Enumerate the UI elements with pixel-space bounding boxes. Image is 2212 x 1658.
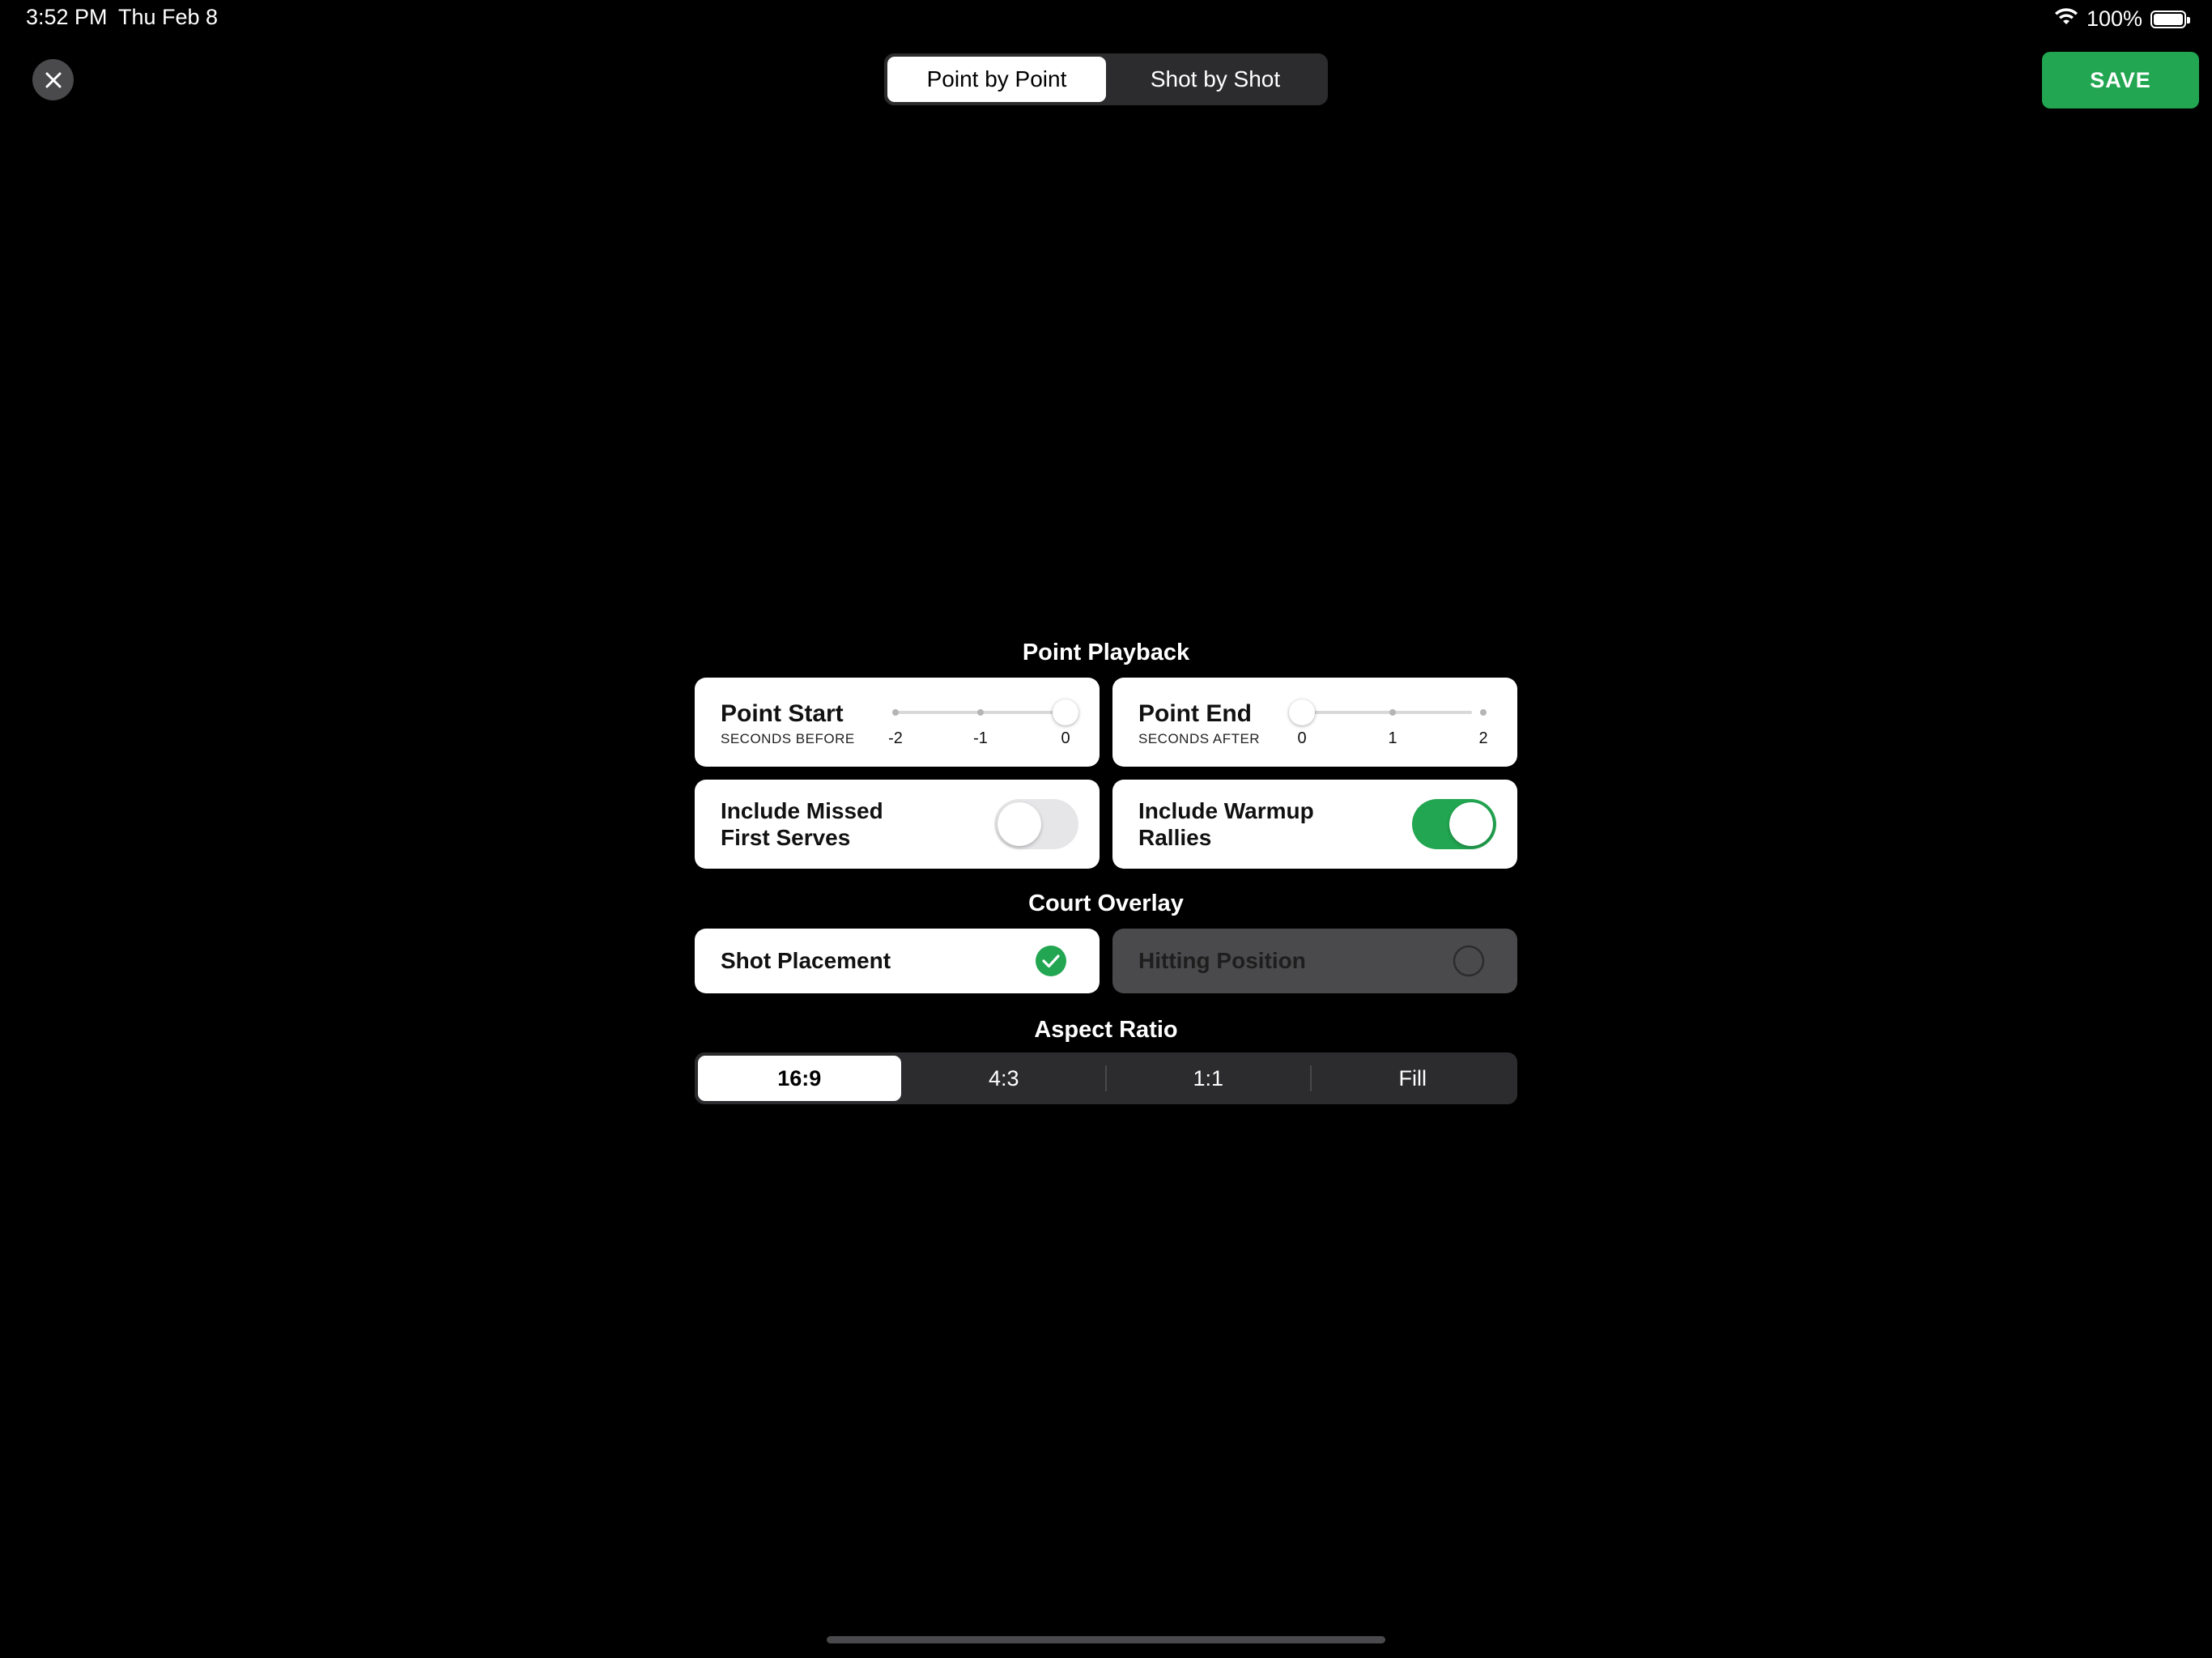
label-line: Include Missed (721, 798, 883, 823)
aspect-1-1[interactable]: 1:1 (1107, 1056, 1310, 1101)
aspect-fill[interactable]: Fill (1312, 1056, 1515, 1101)
label-line: First Serves (721, 825, 851, 850)
overlay-shot-placement[interactable]: Shot Placement (695, 929, 1100, 993)
battery-icon (2150, 10, 2190, 28)
section-title-court-overlay: Court Overlay (1028, 891, 1184, 916)
slider-tick-label: -2 (888, 729, 903, 747)
point-end-subtitle: SECONDS AFTER (1138, 731, 1261, 746)
missed-first-serves-toggle[interactable] (994, 799, 1078, 849)
point-start-slider[interactable]: -2 -1 0 (888, 697, 1078, 747)
status-indicators: 100% (2054, 6, 2190, 32)
warmup-rallies-label: Include Warmup Rallies (1138, 797, 1314, 851)
warmup-rallies-toggle[interactable] (1412, 799, 1496, 849)
shot-placement-label: Shot Placement (721, 948, 891, 973)
aspect-16-9[interactable]: 16:9 (698, 1056, 901, 1101)
checkmark-circle-icon (1036, 946, 1066, 976)
home-indicator[interactable] (827, 1636, 1385, 1643)
label-line: Include Warmup (1138, 798, 1314, 823)
slider-tick-label: 1 (1388, 729, 1397, 747)
point-end-slider[interactable]: 0 1 2 (1289, 697, 1488, 747)
battery-percent: 100% (2086, 6, 2142, 31)
hitting-position-label: Hitting Position (1138, 948, 1306, 973)
overlay-hitting-position[interactable]: Hitting Position (1112, 929, 1517, 993)
point-start-subtitle: SECONDS BEFORE (721, 731, 855, 746)
mode-point-by-point[interactable]: Point by Point (887, 57, 1106, 102)
point-start-title: Point Start (721, 700, 844, 727)
empty-circle-icon (1453, 945, 1485, 977)
warmup-rallies-card: Include Warmup Rallies (1112, 780, 1517, 869)
point-end-card: Point End SECONDS AFTER 0 1 2 (1112, 678, 1517, 767)
mode-shot-by-shot[interactable]: Shot by Shot (1106, 57, 1325, 102)
slider-tick-label: 0 (1297, 729, 1307, 747)
close-button[interactable] (32, 59, 74, 100)
aspect-ratio-segmented-control: 16:9 4:3 1:1 Fill (695, 1052, 1517, 1104)
aspect-4-3[interactable]: 4:3 (903, 1056, 1106, 1101)
slider-tick-label: 2 (1478, 729, 1488, 747)
slider-tick-label: -1 (973, 729, 988, 747)
point-start-card: Point Start SECONDS BEFORE -2 -1 0 (695, 678, 1100, 767)
point-start-slider-thumb[interactable] (1053, 699, 1078, 725)
status-time: 3:52 PM (26, 5, 108, 29)
point-end-slider-thumb[interactable] (1289, 699, 1315, 725)
section-title-point-playback: Point Playback (1022, 640, 1190, 665)
close-icon (45, 72, 61, 87)
save-button[interactable]: SAVE (2042, 52, 2199, 108)
missed-first-serves-label: Include Missed First Serves (721, 797, 883, 851)
wifi-icon (2054, 6, 2078, 32)
missed-first-serves-card: Include Missed First Serves (695, 780, 1100, 869)
slider-tick-label: 0 (1061, 729, 1070, 747)
status-date: Thu Feb 8 (118, 5, 219, 29)
label-line: Rallies (1138, 825, 1212, 850)
section-title-aspect-ratio: Aspect Ratio (1034, 1017, 1178, 1043)
point-end-title: Point End (1138, 700, 1252, 727)
mode-segmented-control: Point by Point Shot by Shot (884, 53, 1328, 105)
